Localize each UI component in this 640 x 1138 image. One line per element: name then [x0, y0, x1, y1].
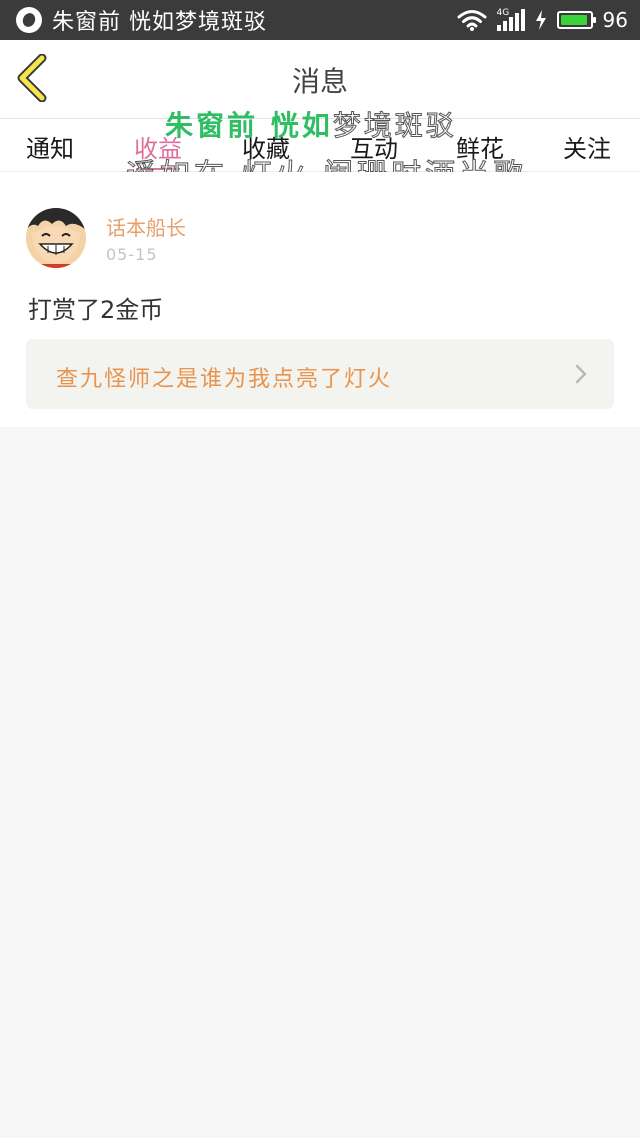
page-title: 消息 [291, 65, 348, 98]
wifi-icon [457, 10, 487, 31]
status-bar: 朱窗前 恍如梦境斑驳 4G 96 [0, 0, 640, 40]
header: 消息 [0, 40, 640, 119]
tab-earnings[interactable]: 收益 [134, 129, 182, 170]
tab-bar: 通知 收益 收藏 互动 鲜花 关注 [0, 119, 640, 172]
message-text: 打赏了2金币 [28, 296, 164, 324]
sender-name[interactable]: 话本船长 [106, 212, 186, 241]
battery-fill [560, 15, 588, 25]
linked-post-title: 查九怪师之是谁为我点亮了灯火 [56, 367, 393, 392]
signal-bar [520, 9, 525, 31]
tab-following[interactable]: 关注 [563, 129, 611, 164]
signal-icon: 4G [496, 8, 525, 31]
network-type: 4G [496, 8, 510, 18]
message-date: 05-15 [106, 245, 158, 264]
bolt-icon [535, 10, 546, 30]
avatar-illustration-icon [26, 208, 86, 268]
signal-bar [496, 25, 501, 31]
tab-earnings-label: 收益 [134, 135, 182, 163]
linked-post-button[interactable]: 查九怪师之是谁为我点亮了灯火 [26, 339, 614, 409]
avatar[interactable] [26, 208, 86, 268]
status-right: 4G 96 [457, 0, 628, 40]
chevron-right-icon [575, 364, 587, 384]
carrier-logo-icon [16, 7, 42, 33]
tab-flowers[interactable]: 鲜花 [456, 129, 504, 164]
status-left: 朱窗前 恍如梦境斑驳 [16, 0, 267, 40]
carrier-name: 朱窗前 恍如梦境斑驳 [52, 10, 267, 35]
signal-bar [514, 13, 519, 31]
tab-favorites[interactable]: 收藏 [242, 129, 290, 164]
tab-interactions[interactable]: 互动 [350, 129, 398, 164]
battery-icon [556, 11, 596, 29]
battery-percent: 96 [602, 8, 628, 32]
message-card: 话本船长 05-15 打赏了2金币 查九怪师之是谁为我点亮了灯火 [0, 172, 640, 427]
signal-bar [508, 17, 513, 31]
tab-active-indicator [136, 168, 180, 170]
tab-notifications[interactable]: 通知 [26, 129, 74, 164]
signal-bar [502, 21, 507, 31]
